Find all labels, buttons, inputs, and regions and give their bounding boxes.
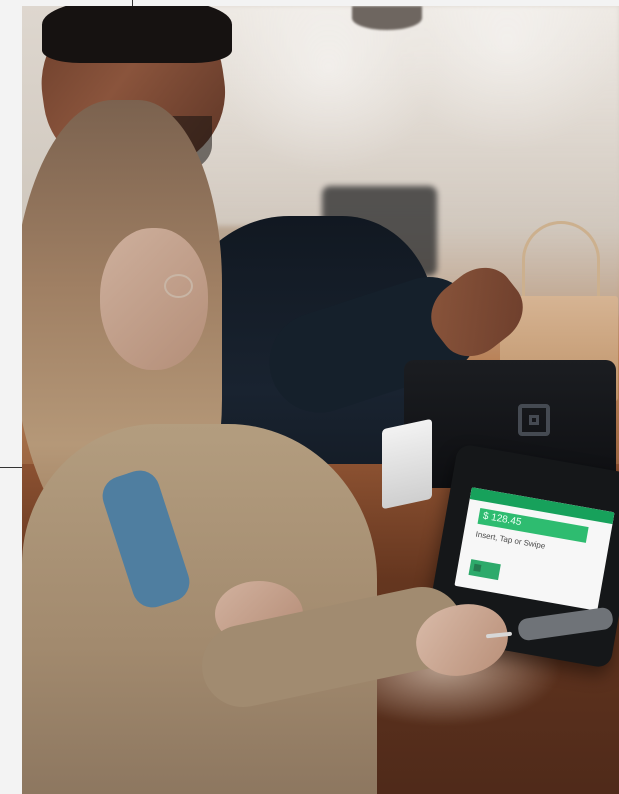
bag-handle <box>522 221 600 302</box>
man-hair <box>42 6 232 63</box>
pendant-lamp <box>352 6 422 30</box>
card-reader-stand <box>382 418 432 510</box>
brand-logo-icon <box>468 559 501 581</box>
square-logo-icon <box>518 404 550 436</box>
left-divider-line <box>0 467 24 468</box>
glasses <box>164 274 193 298</box>
woman-face <box>100 228 208 370</box>
screenshot-canvas: $ 128.45 Insert, Tap or Swipe <box>0 0 619 794</box>
checkout-photo: $ 128.45 Insert, Tap or Swipe <box>22 6 619 794</box>
